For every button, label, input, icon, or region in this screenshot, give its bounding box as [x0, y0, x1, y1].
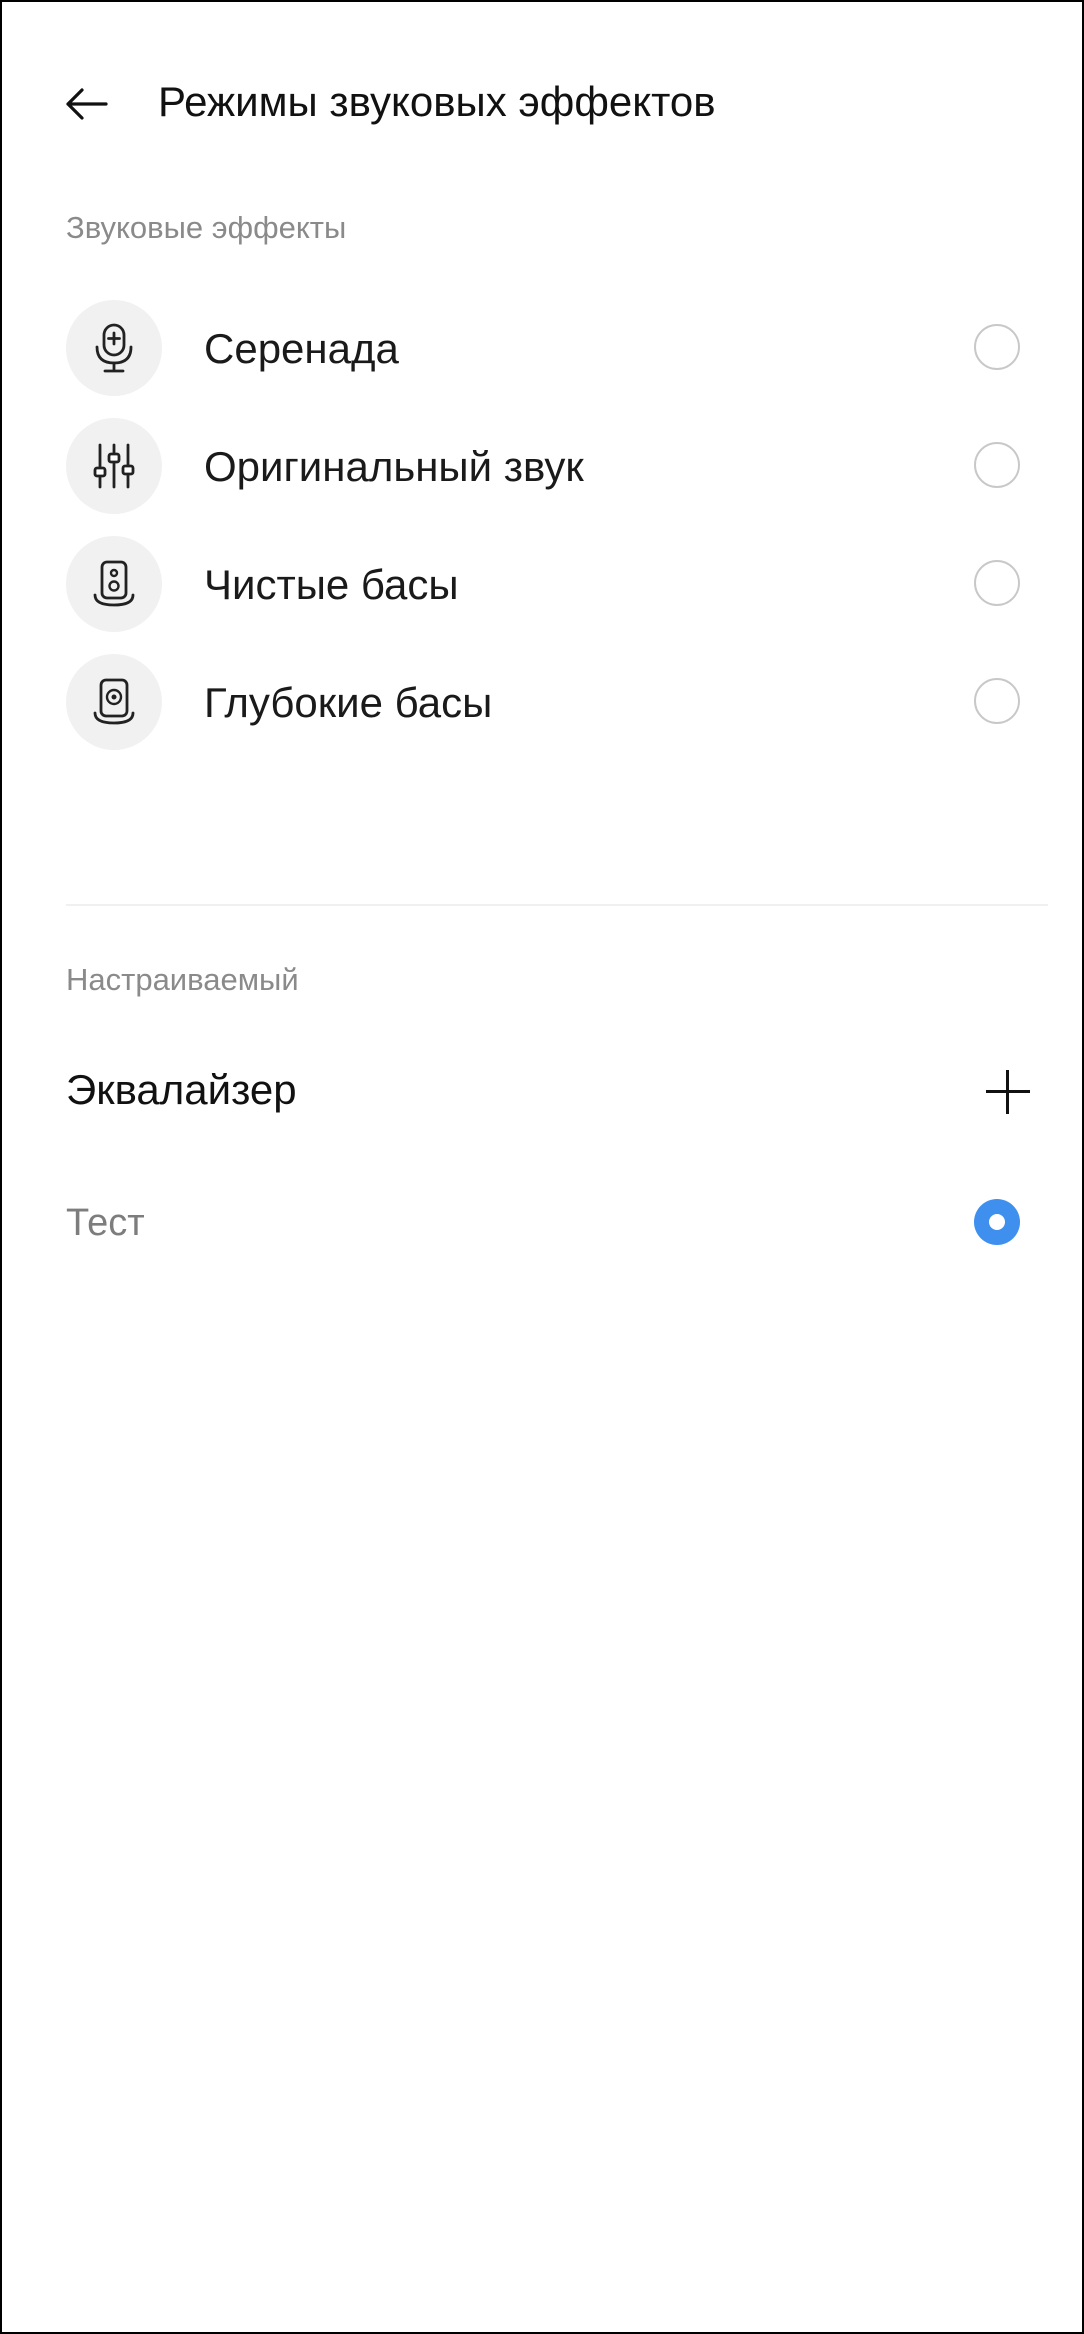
- radio-button[interactable]: [974, 678, 1020, 724]
- effect-label: Оригинальный звук: [204, 443, 584, 490]
- back-button[interactable]: [54, 72, 118, 136]
- equalizer-label: Эквалайзер: [66, 1066, 297, 1113]
- page-title: Режимы звуковых эффектов: [158, 78, 716, 125]
- speaker-deep-icon: [66, 654, 162, 750]
- effect-item-deep-bass[interactable]: Глубокие басы: [2, 643, 1082, 761]
- radio-button[interactable]: [974, 442, 1020, 488]
- equalizer-row[interactable]: Эквалайзер: [2, 1042, 1082, 1142]
- section-title-custom: Настраиваемый: [66, 962, 299, 997]
- radio-button[interactable]: [974, 324, 1020, 370]
- microphone-icon: [66, 300, 162, 396]
- radio-button[interactable]: [974, 560, 1020, 606]
- preset-item-test[interactable]: Тест: [2, 1172, 1082, 1272]
- speaker-icon: [66, 536, 162, 632]
- effect-label: Глубокие басы: [204, 679, 493, 726]
- radio-button-selected[interactable]: [974, 1199, 1020, 1245]
- effect-label: Серенада: [204, 325, 399, 372]
- divider: [66, 904, 1048, 906]
- plus-icon[interactable]: [982, 1066, 1034, 1118]
- equalizer-sliders-icon: [66, 418, 162, 514]
- effect-item-clean-bass[interactable]: Чистые басы: [2, 525, 1082, 643]
- header: Режимы звуковых эффектов: [2, 2, 1082, 212]
- section-title-sound-effects: Звуковые эффекты: [66, 210, 347, 245]
- effect-label: Чистые басы: [204, 561, 459, 608]
- arrow-left-icon: [66, 88, 108, 120]
- preset-label: Тест: [66, 1202, 145, 1244]
- effect-item-original-sound[interactable]: Оригинальный звук: [2, 407, 1082, 525]
- effect-item-serenade[interactable]: Серенада: [2, 289, 1082, 407]
